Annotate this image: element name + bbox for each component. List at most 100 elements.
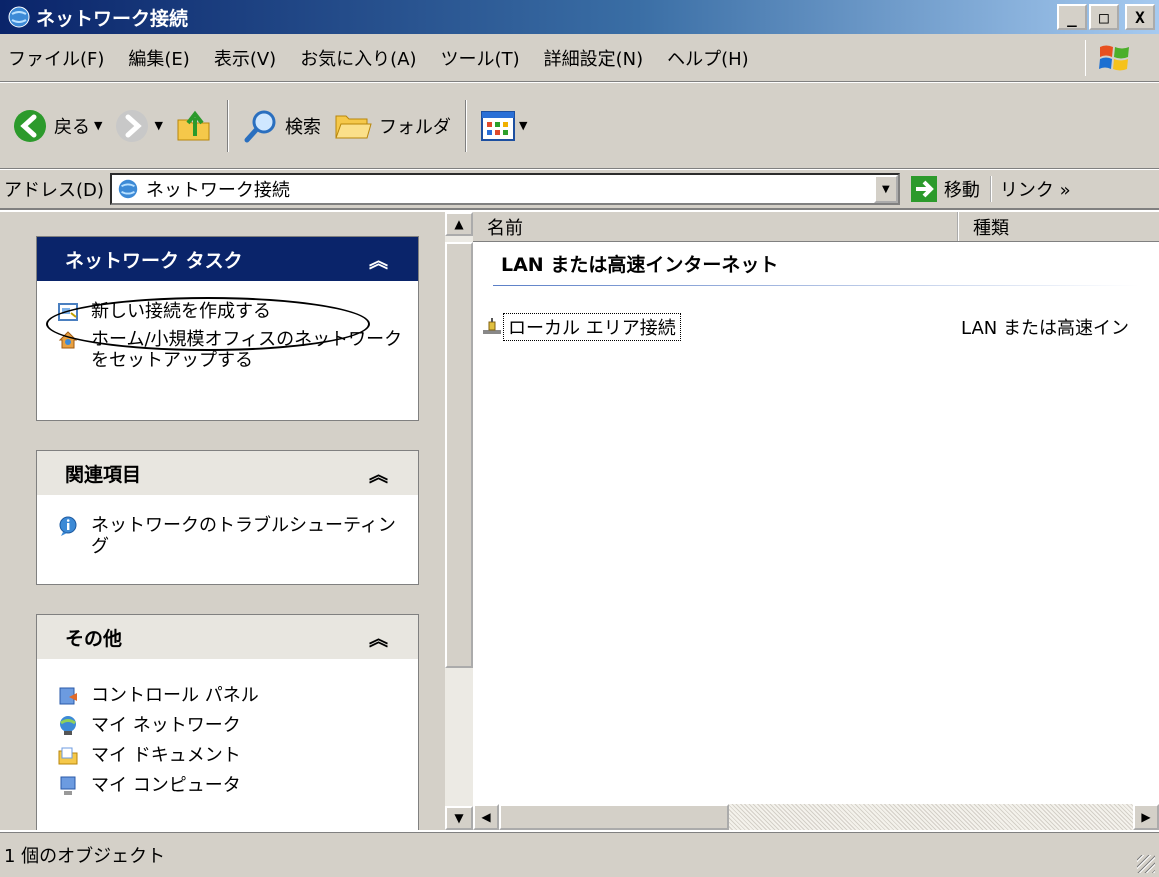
- network-connections-icon: [118, 179, 138, 199]
- create-new-connection-label: 新しい接続を作成する: [91, 301, 271, 322]
- info-icon: [59, 516, 77, 536]
- status-bar: 1 個のオブジェクト: [0, 832, 1159, 877]
- other-places-title: その他: [65, 627, 123, 650]
- go-label: 移動: [943, 180, 980, 201]
- maximize-button[interactable]: □: [1089, 4, 1119, 30]
- horizontal-scroll-thumb[interactable]: [499, 804, 729, 830]
- menu-edit[interactable]: 編集(E): [116, 45, 201, 71]
- title-bar[interactable]: ネットワーク接続 _ □ X: [0, 0, 1159, 34]
- folders-label: フォルダ: [378, 116, 451, 138]
- menu-favorites[interactable]: お気に入り(A): [288, 45, 428, 71]
- network-connections-icon: [8, 6, 30, 28]
- my-network-link[interactable]: マイ ネットワーク: [57, 715, 404, 737]
- forward-button[interactable]: ▼: [108, 96, 168, 156]
- address-label: アドレス(D): [4, 180, 104, 201]
- column-header-type[interactable]: 種類: [959, 212, 1159, 241]
- other-places-panel: その他 ︽ コントロール パネル マイ ネットワーク マイ ドキュメント マイ …: [36, 614, 419, 830]
- network-tasks-panel: ネットワーク タスク ︽ 新しい接続を作成する ホーム/小規模オフィスのネットワ…: [36, 236, 419, 421]
- column-header-name[interactable]: 名前: [473, 212, 959, 241]
- toolbar-separator: [226, 99, 229, 152]
- control-panel-link[interactable]: コントロール パネル: [57, 685, 404, 707]
- up-folder-button[interactable]: [169, 96, 219, 156]
- scroll-right-icon[interactable]: ▶: [1133, 804, 1159, 830]
- item-name: ローカル エリア接続: [503, 313, 681, 341]
- status-text: 1 個のオブジェクト: [4, 846, 166, 867]
- back-dropdown-icon[interactable]: ▼: [94, 119, 102, 132]
- back-button[interactable]: 戻る ▼: [6, 96, 108, 156]
- my-documents-icon: [58, 747, 78, 765]
- scroll-thumb[interactable]: [445, 242, 473, 668]
- home-network-icon: [58, 331, 78, 349]
- my-computer-link[interactable]: マイ コンピュータ: [57, 775, 404, 797]
- task-pane: ネットワーク タスク ︽ 新しい接続を作成する ホーム/小規模オフィスのネットワ…: [0, 212, 445, 830]
- lan-connection-icon: [483, 318, 501, 334]
- collapse-icon[interactable]: ︽: [369, 624, 388, 651]
- related-header[interactable]: 関連項目 ︽: [37, 451, 418, 495]
- my-documents-label: マイ ドキュメント: [91, 745, 241, 766]
- up-folder-icon: [177, 110, 210, 140]
- my-computer-icon: [60, 776, 76, 795]
- folders-button[interactable]: フォルダ: [327, 96, 457, 156]
- collapse-icon[interactable]: ︽: [369, 246, 388, 273]
- control-panel-label: コントロール パネル: [91, 685, 259, 706]
- menu-bar: ファイル(F) 編集(E) 表示(V) お気に入り(A) ツール(T) 詳細設定…: [0, 34, 1159, 82]
- list-item[interactable]: ローカル エリア接続 LAN または高速イン: [473, 312, 1159, 342]
- search-label: 検索: [284, 116, 321, 138]
- window-title: ネットワーク接続: [36, 7, 189, 30]
- other-places-header[interactable]: その他 ︽: [37, 615, 418, 659]
- search-button[interactable]: 検索: [237, 96, 327, 156]
- address-bar: アドレス(D) ネットワーク接続 ▼ 移動 リンク »: [0, 170, 1159, 210]
- menu-tools[interactable]: ツール(T): [429, 45, 532, 71]
- column-headers: 名前 種類: [473, 212, 1159, 242]
- address-value: ネットワーク接続: [145, 180, 290, 201]
- forward-arrow-icon: [116, 109, 149, 142]
- scroll-up-icon[interactable]: ▲: [445, 212, 473, 236]
- menu-file[interactable]: ファイル(F): [0, 45, 116, 71]
- menu-view[interactable]: 表示(V): [202, 45, 288, 71]
- setup-home-network-label: ホーム/小規模オフィスのネットワークをセットアップする: [91, 329, 403, 371]
- back-label: 戻る: [54, 116, 90, 138]
- minimize-button[interactable]: _: [1057, 4, 1087, 30]
- network-troubleshooting-link[interactable]: ネットワークのトラブルシューティング: [57, 515, 404, 557]
- list-horizontal-scrollbar[interactable]: ◀ ▶: [473, 804, 1159, 830]
- menu-advanced[interactable]: 詳細設定(N): [532, 45, 656, 71]
- file-list: 名前 種類 LAN または高速インターネット ローカル エリア接続 LAN また…: [473, 212, 1159, 804]
- scroll-left-icon[interactable]: ◀: [473, 804, 499, 830]
- setup-home-network-link[interactable]: ホーム/小規模オフィスのネットワークをセットアップする: [57, 329, 404, 371]
- close-button[interactable]: X: [1125, 4, 1155, 30]
- go-button[interactable]: 移動: [910, 175, 980, 203]
- resize-grip-icon[interactable]: [1137, 855, 1155, 873]
- create-new-connection-link[interactable]: 新しい接続を作成する: [57, 301, 404, 323]
- menu-help[interactable]: ヘルプ(H): [655, 45, 761, 71]
- task-pane-scrollbar[interactable]: ▲ ▼: [445, 212, 473, 830]
- folders-icon: [335, 115, 372, 138]
- my-documents-link[interactable]: マイ ドキュメント: [57, 745, 404, 767]
- group-header: LAN または高速インターネット: [501, 254, 779, 276]
- views-dropdown-icon[interactable]: ▼: [519, 119, 527, 132]
- related-title: 関連項目: [65, 463, 142, 486]
- forward-dropdown-icon[interactable]: ▼: [154, 119, 162, 132]
- toolbar: 戻る ▼ ▼ 検索 フォルダ ▼: [0, 83, 1159, 169]
- network-troubleshooting-label: ネットワークのトラブルシューティング: [91, 515, 396, 557]
- address-input[interactable]: ネットワーク接続 ▼: [109, 173, 900, 205]
- go-arrow-icon: [910, 176, 937, 202]
- my-network-label: マイ ネットワーク: [91, 715, 241, 736]
- back-arrow-icon: [14, 109, 46, 142]
- my-network-icon: [60, 716, 76, 735]
- my-computer-label: マイ コンピュータ: [91, 775, 241, 796]
- related-panel: 関連項目 ︽ ネットワークのトラブルシューティング: [36, 450, 419, 585]
- network-tasks-title: ネットワーク タスク: [65, 249, 243, 272]
- address-dropdown-icon[interactable]: ▼: [873, 175, 898, 203]
- windows-logo-icon: [1085, 40, 1143, 76]
- scroll-down-icon[interactable]: ▼: [445, 806, 473, 830]
- views-icon: [480, 110, 515, 141]
- collapse-icon[interactable]: ︽: [369, 460, 388, 487]
- search-icon: [244, 110, 276, 142]
- network-tasks-header[interactable]: ネットワーク タスク ︽: [37, 237, 418, 281]
- links-button[interactable]: リンク »: [989, 176, 1071, 202]
- views-button[interactable]: ▼: [475, 96, 533, 156]
- toolbar-separator: [464, 99, 467, 152]
- group-divider: [493, 285, 1139, 286]
- new-connection-icon: [58, 303, 78, 321]
- control-panel-icon: [59, 687, 77, 705]
